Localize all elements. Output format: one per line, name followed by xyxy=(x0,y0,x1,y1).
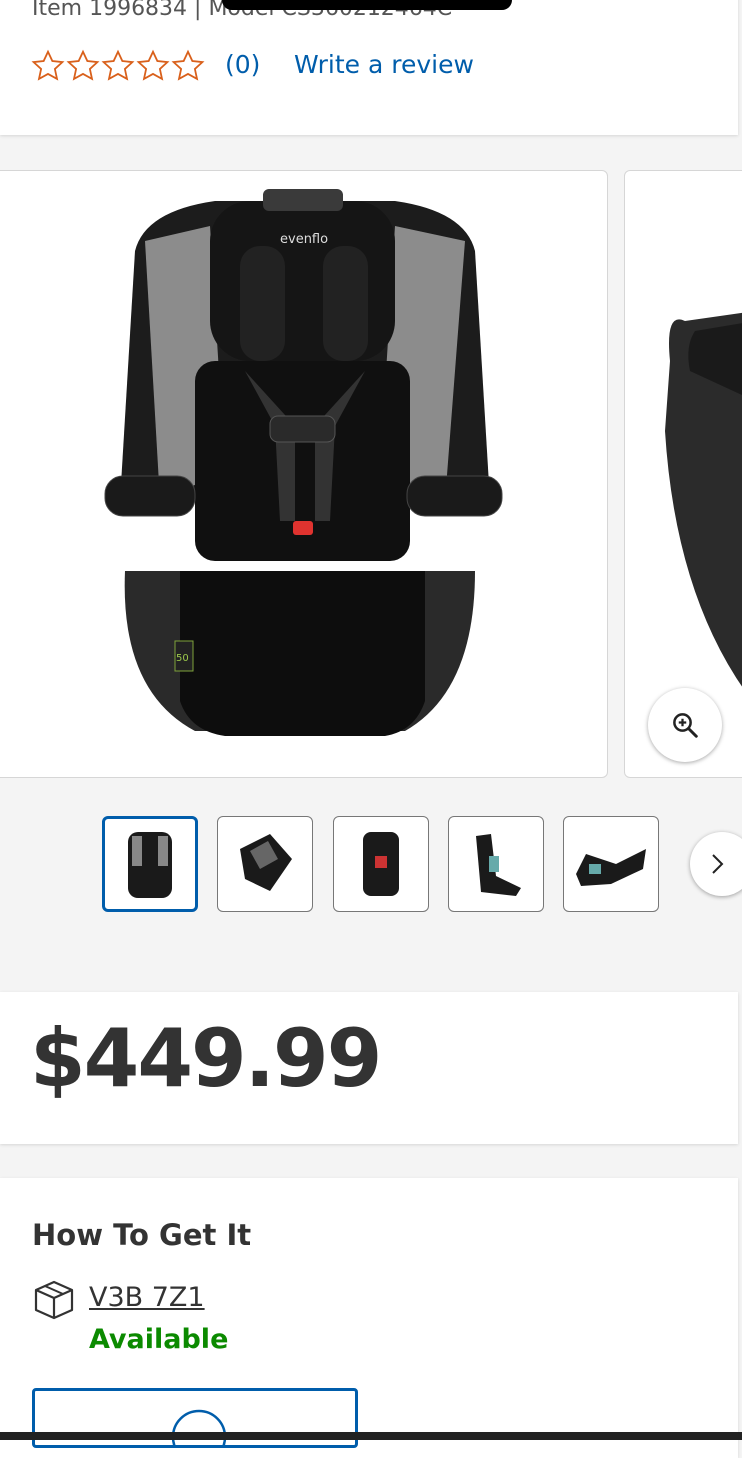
main-product-image[interactable]: evenflo 50 xyxy=(0,170,608,778)
thumbnail-image xyxy=(240,834,292,891)
product-header-card: Item 1996834 | Model CS360212464C (0) Wr… xyxy=(0,0,738,135)
star-icon xyxy=(31,49,65,81)
star-icon xyxy=(136,49,170,81)
zoom-in-icon xyxy=(673,713,698,738)
how-to-get-it-card: How To Get It V3B 7Z1 Available xyxy=(0,1178,738,1458)
review-count[interactable]: (0) xyxy=(225,50,260,79)
thumbnail-image xyxy=(476,834,521,896)
star-icon xyxy=(101,49,135,81)
thumbnail-5[interactable] xyxy=(563,816,659,912)
write-review-link[interactable]: Write a review xyxy=(294,50,474,79)
availability-status: Available xyxy=(89,1324,229,1355)
thumbnail-3[interactable] xyxy=(333,816,429,912)
star-rating[interactable] xyxy=(30,48,205,84)
thumbnail-4[interactable] xyxy=(448,816,544,912)
zoom-button[interactable] xyxy=(648,688,722,762)
thumbnail-next-button[interactable] xyxy=(690,832,742,896)
thumbnail-image xyxy=(363,832,399,896)
screen-bottom-edge xyxy=(0,1432,742,1440)
star-icon xyxy=(66,49,100,81)
thumbnail-image xyxy=(128,832,172,898)
postal-code-link[interactable]: V3B 7Z1 xyxy=(89,1282,205,1313)
product-price: $449.99 xyxy=(30,1012,382,1105)
star-icon xyxy=(171,49,205,81)
svg-text:evenflo: evenflo xyxy=(280,232,328,247)
device-notch xyxy=(222,0,512,10)
next-product-image[interactable] xyxy=(624,170,742,778)
thumbnail-2[interactable] xyxy=(217,816,313,912)
section-title: How To Get It xyxy=(32,1218,252,1252)
thumbnail-1[interactable] xyxy=(102,816,198,912)
car-seat-image: evenflo 50 xyxy=(104,189,503,736)
svg-text:50: 50 xyxy=(176,653,189,664)
chevron-right-icon xyxy=(712,854,724,874)
car-seat-side-image xyxy=(665,312,742,687)
price-card: $449.99 xyxy=(0,992,738,1144)
package-icon xyxy=(34,1280,74,1320)
thumbnail-image xyxy=(576,849,646,886)
